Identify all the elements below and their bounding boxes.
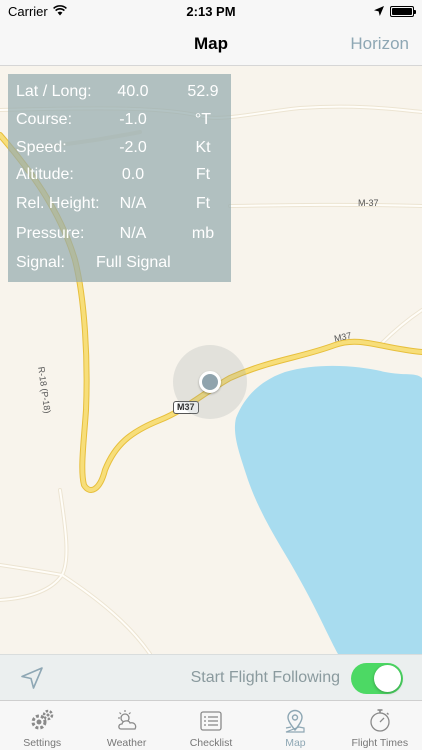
pressure-label: Pressure: bbox=[16, 225, 85, 242]
wifi-icon bbox=[52, 4, 67, 19]
tab-map[interactable]: Map bbox=[253, 701, 337, 750]
page-title: Map bbox=[194, 33, 228, 53]
map-pin-icon bbox=[282, 708, 308, 734]
status-bar: Carrier 2:13 PM bbox=[0, 0, 422, 22]
altitude-unit: Ft bbox=[195, 166, 211, 183]
tab-checklist[interactable]: Checklist bbox=[169, 701, 253, 750]
tab-bar: Settings Weather Checklist Map Flight Ti… bbox=[0, 700, 422, 750]
tab-weather[interactable]: Weather bbox=[84, 701, 168, 750]
tab-flight-times[interactable]: Flight Times bbox=[338, 701, 422, 750]
signal-value: Full Signal bbox=[96, 254, 171, 271]
tab-flight-times-label: Flight Times bbox=[351, 737, 409, 749]
long-value: 52.9 bbox=[187, 83, 219, 100]
rel-height-unit: Ft bbox=[195, 195, 211, 212]
course-label: Course: bbox=[16, 111, 73, 128]
info-row-altitude: Altitude: 0.0 Ft bbox=[8, 166, 231, 194]
tab-weather-label: Weather bbox=[106, 737, 147, 749]
horizon-button[interactable]: Horizon bbox=[350, 22, 409, 66]
pressure-unit: mb bbox=[191, 225, 215, 242]
carrier-label: Carrier bbox=[8, 3, 48, 19]
battery-icon bbox=[390, 5, 416, 17]
pressure-value: N/A bbox=[119, 225, 147, 242]
lat-long-label: Lat / Long: bbox=[16, 83, 92, 100]
flight-following-toggle[interactable] bbox=[351, 663, 403, 694]
flight-info-panel: Lat / Long: 40.0 52.9 Course: -1.0 °T Sp… bbox=[8, 74, 231, 282]
toggle-knob bbox=[374, 665, 401, 692]
gears-icon bbox=[29, 708, 55, 734]
speed-value: -2.0 bbox=[119, 139, 147, 156]
road-label-m37-right: M-37 bbox=[358, 198, 379, 208]
info-row-lat-long: Lat / Long: 40.0 52.9 bbox=[8, 83, 231, 111]
tab-settings[interactable]: Settings bbox=[0, 701, 84, 750]
course-value: -1.0 bbox=[119, 111, 147, 128]
current-location-dot bbox=[199, 371, 221, 393]
tab-map-label: Map bbox=[285, 737, 306, 749]
rel-height-value: N/A bbox=[119, 195, 147, 212]
flight-following-bar: Start Flight Following bbox=[0, 654, 422, 700]
start-flight-following-label: Start Flight Following bbox=[190, 669, 340, 686]
speed-unit: Kt bbox=[195, 139, 211, 156]
altitude-value: 0.0 bbox=[121, 166, 145, 183]
tab-checklist-label: Checklist bbox=[189, 737, 233, 749]
info-row-course: Course: -1.0 °T bbox=[8, 111, 231, 139]
lat-value: 40.0 bbox=[117, 83, 149, 100]
location-arrow-icon bbox=[374, 4, 384, 19]
weather-icon bbox=[114, 708, 140, 734]
locate-me-icon[interactable] bbox=[19, 665, 45, 691]
course-unit: °T bbox=[194, 111, 212, 128]
signal-label: Signal: bbox=[16, 254, 65, 271]
info-row-speed: Speed: -2.0 Kt bbox=[8, 139, 231, 167]
info-row-pressure: Pressure: N/A mb bbox=[8, 225, 231, 253]
info-row-signal: Signal: Full Signal bbox=[8, 254, 231, 282]
lake-water bbox=[234, 365, 422, 654]
stopwatch-icon bbox=[367, 708, 393, 734]
altitude-label: Altitude: bbox=[16, 166, 74, 183]
speed-label: Speed: bbox=[16, 139, 67, 156]
navigation-bar: Map Horizon bbox=[0, 22, 422, 66]
tab-settings-label: Settings bbox=[23, 737, 62, 749]
checklist-icon bbox=[198, 708, 224, 734]
rel-height-label: Rel. Height: bbox=[16, 195, 100, 212]
info-row-rel-height: Rel. Height: N/A Ft bbox=[8, 195, 231, 223]
